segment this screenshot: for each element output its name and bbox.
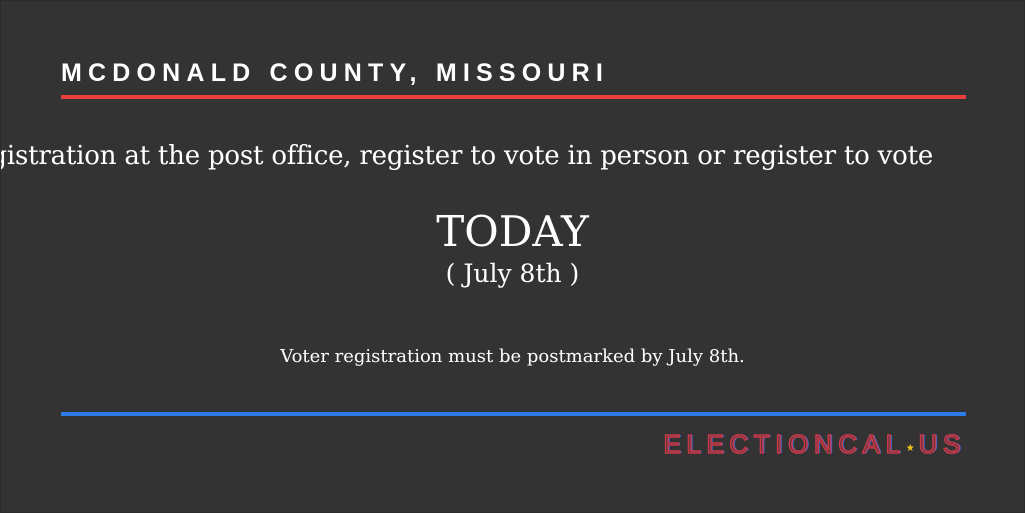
star-icon: ★ (905, 443, 915, 454)
electioncal-logo: ELECTIONCAL★ US (663, 428, 966, 460)
logo-text-tld: US (918, 428, 966, 460)
ticker-text: registration at the post office, registe… (1, 141, 934, 171)
election-card: MCDONALD COUNTY, MISSOURI registration a… (1, 1, 1024, 512)
deadline-label: TODAY (436, 207, 589, 256)
registration-note: Voter registration must be postmarked by… (280, 346, 745, 367)
deadline-date: ( July 8th ) (445, 259, 580, 288)
red-divider (61, 95, 966, 99)
logo-text-main: ELECTIONCAL (663, 428, 906, 460)
county-heading: MCDONALD COUNTY, MISSOURI (61, 59, 610, 87)
blue-divider (61, 412, 966, 416)
ticker-strip: registration at the post office, registe… (1, 141, 1024, 171)
